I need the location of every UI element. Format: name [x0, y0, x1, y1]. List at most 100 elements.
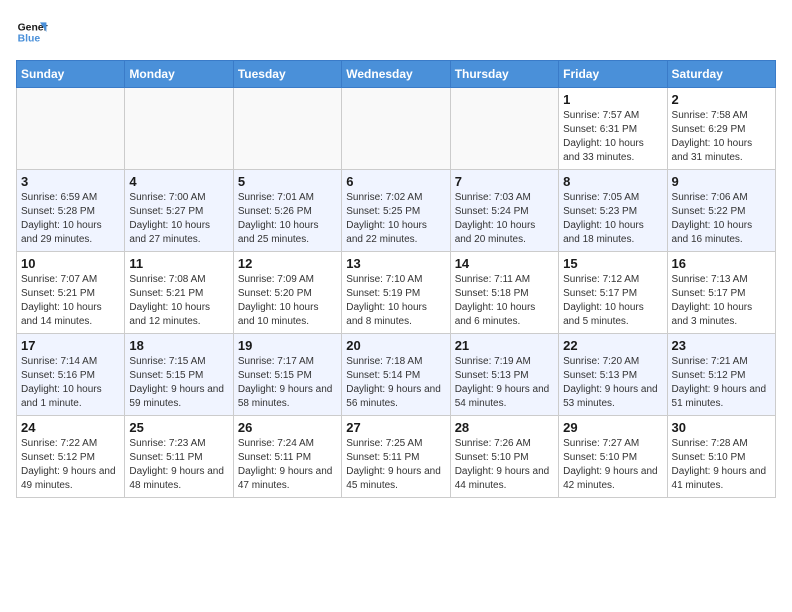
calendar-cell: 27 Sunrise: 7:25 AM Sunset: 5:11 PM Dayli… — [342, 416, 450, 498]
calendar-cell: 6 Sunrise: 7:02 AM Sunset: 5:25 PM Daylig… — [342, 170, 450, 252]
calendar-table: SundayMondayTuesdayWednesdayThursdayFrid… — [16, 60, 776, 498]
calendar-cell — [450, 88, 558, 170]
calendar-cell: 20 Sunrise: 7:18 AM Sunset: 5:14 PM Dayli… — [342, 334, 450, 416]
calendar-cell: 19 Sunrise: 7:17 AM Sunset: 5:15 PM Dayli… — [233, 334, 341, 416]
weekday-header-row: SundayMondayTuesdayWednesdayThursdayFrid… — [17, 61, 776, 88]
day-number: 22 — [563, 338, 662, 353]
calendar-cell: 21Sunrise: 7:19 AM Sunset: 5:13 PM Dayli… — [450, 334, 558, 416]
day-info: Sunrise: 7:27 AM Sunset: 5:10 PM Dayligh… — [563, 437, 662, 493]
day-info: Sunrise: 7:20 AM Sunset: 5:13 PM Dayligh… — [563, 355, 662, 411]
day-number: 23 — [672, 338, 771, 353]
day-info: Sunrise: 7:18 AM Sunset: 5:14 PM Dayligh… — [346, 355, 445, 411]
day-number: 1 — [563, 92, 662, 107]
weekday-header: Monday — [125, 61, 233, 88]
logo: General Blue — [16, 16, 48, 48]
calendar-cell: 22 Sunrise: 7:20 AM Sunset: 5:13 PM Dayli… — [559, 334, 667, 416]
weekday-header: Saturday — [667, 61, 775, 88]
day-info: Sunrise: 7:13 AM Sunset: 5:17 PM Dayligh… — [672, 273, 771, 329]
calendar-cell: 30 Sunrise: 7:28 AM Sunset: 5:10 PM Dayli… — [667, 416, 775, 498]
calendar-cell: 26Sunrise: 7:24 AM Sunset: 5:11 PM Dayli… — [233, 416, 341, 498]
day-info: Sunrise: 7:00 AM Sunset: 5:27 PM Dayligh… — [129, 191, 228, 247]
day-number: 6 — [346, 174, 445, 189]
calendar-cell: 7Sunrise: 7:03 AM Sunset: 5:24 PM Daylig… — [450, 170, 558, 252]
day-number: 16 — [672, 256, 771, 271]
day-info: Sunrise: 7:58 AM Sunset: 6:29 PM Dayligh… — [672, 109, 771, 165]
day-info: Sunrise: 7:02 AM Sunset: 5:25 PM Dayligh… — [346, 191, 445, 247]
calendar-cell: 29 Sunrise: 7:27 AM Sunset: 5:10 PM Dayli… — [559, 416, 667, 498]
calendar-cell: 23Sunrise: 7:21 AM Sunset: 5:12 PM Dayli… — [667, 334, 775, 416]
calendar-cell: 14 Sunrise: 7:11 AM Sunset: 5:18 PM Dayli… — [450, 252, 558, 334]
day-number: 21 — [455, 338, 554, 353]
calendar-cell: 8Sunrise: 7:05 AM Sunset: 5:23 PM Daylig… — [559, 170, 667, 252]
calendar-cell: 18 Sunrise: 7:15 AM Sunset: 5:15 PM Dayli… — [125, 334, 233, 416]
day-number: 12 — [238, 256, 337, 271]
day-info: Sunrise: 7:10 AM Sunset: 5:19 PM Dayligh… — [346, 273, 445, 329]
calendar-cell: 15 Sunrise: 7:12 AM Sunset: 5:17 PM Dayli… — [559, 252, 667, 334]
day-number: 13 — [346, 256, 445, 271]
day-number: 15 — [563, 256, 662, 271]
logo-icon: General Blue — [16, 16, 48, 48]
day-number: 19 — [238, 338, 337, 353]
calendar-week-row: 3 Sunrise: 6:59 AM Sunset: 5:28 PM Daylig… — [17, 170, 776, 252]
day-info: Sunrise: 7:24 AM Sunset: 5:11 PM Dayligh… — [238, 437, 337, 493]
day-number: 28 — [455, 420, 554, 435]
day-info: Sunrise: 7:09 AM Sunset: 5:20 PM Dayligh… — [238, 273, 337, 329]
day-info: Sunrise: 7:17 AM Sunset: 5:15 PM Dayligh… — [238, 355, 337, 411]
day-info: Sunrise: 7:23 AM Sunset: 5:11 PM Dayligh… — [129, 437, 228, 493]
weekday-header: Tuesday — [233, 61, 341, 88]
day-number: 25 — [129, 420, 228, 435]
day-info: Sunrise: 7:14 AM Sunset: 5:16 PM Dayligh… — [21, 355, 120, 411]
calendar-week-row: 10 Sunrise: 7:07 AM Sunset: 5:21 PM Dayli… — [17, 252, 776, 334]
day-number: 10 — [21, 256, 120, 271]
weekday-header: Wednesday — [342, 61, 450, 88]
day-number: 18 — [129, 338, 228, 353]
calendar-cell — [125, 88, 233, 170]
calendar-cell: 9 Sunrise: 7:06 AM Sunset: 5:22 PM Daylig… — [667, 170, 775, 252]
weekday-header: Sunday — [17, 61, 125, 88]
calendar-cell: 24 Sunrise: 7:22 AM Sunset: 5:12 PM Dayli… — [17, 416, 125, 498]
day-number: 4 — [129, 174, 228, 189]
calendar-cell: 17 Sunrise: 7:14 AM Sunset: 5:16 PM Dayli… — [17, 334, 125, 416]
day-info: Sunrise: 7:11 AM Sunset: 5:18 PM Dayligh… — [455, 273, 554, 329]
calendar-cell — [233, 88, 341, 170]
day-number: 7 — [455, 174, 554, 189]
day-number: 24 — [21, 420, 120, 435]
day-number: 2 — [672, 92, 771, 107]
calendar-week-row: 1Sunrise: 7:57 AM Sunset: 6:31 PM Daylig… — [17, 88, 776, 170]
day-info: Sunrise: 7:26 AM Sunset: 5:10 PM Dayligh… — [455, 437, 554, 493]
day-info: Sunrise: 7:15 AM Sunset: 5:15 PM Dayligh… — [129, 355, 228, 411]
day-info: Sunrise: 7:05 AM Sunset: 5:23 PM Dayligh… — [563, 191, 662, 247]
day-info: Sunrise: 7:22 AM Sunset: 5:12 PM Dayligh… — [21, 437, 120, 493]
calendar-cell: 12 Sunrise: 7:09 AM Sunset: 5:20 PM Dayli… — [233, 252, 341, 334]
svg-text:Blue: Blue — [18, 34, 41, 45]
calendar-cell: 25 Sunrise: 7:23 AM Sunset: 5:11 PM Dayli… — [125, 416, 233, 498]
day-number: 9 — [672, 174, 771, 189]
day-info: Sunrise: 7:08 AM Sunset: 5:21 PM Dayligh… — [129, 273, 228, 329]
calendar-cell — [342, 88, 450, 170]
day-info: Sunrise: 7:28 AM Sunset: 5:10 PM Dayligh… — [672, 437, 771, 493]
day-number: 5 — [238, 174, 337, 189]
day-number: 29 — [563, 420, 662, 435]
calendar-cell — [17, 88, 125, 170]
day-info: Sunrise: 7:06 AM Sunset: 5:22 PM Dayligh… — [672, 191, 771, 247]
calendar-cell: 4 Sunrise: 7:00 AM Sunset: 5:27 PM Daylig… — [125, 170, 233, 252]
day-number: 30 — [672, 420, 771, 435]
calendar-week-row: 24 Sunrise: 7:22 AM Sunset: 5:12 PM Dayli… — [17, 416, 776, 498]
day-number: 27 — [346, 420, 445, 435]
weekday-header: Friday — [559, 61, 667, 88]
day-info: Sunrise: 7:25 AM Sunset: 5:11 PM Dayligh… — [346, 437, 445, 493]
day-number: 11 — [129, 256, 228, 271]
calendar-cell: 11 Sunrise: 7:08 AM Sunset: 5:21 PM Dayli… — [125, 252, 233, 334]
day-info: Sunrise: 7:07 AM Sunset: 5:21 PM Dayligh… — [21, 273, 120, 329]
day-number: 20 — [346, 338, 445, 353]
day-info: Sunrise: 6:59 AM Sunset: 5:28 PM Dayligh… — [21, 191, 120, 247]
day-info: Sunrise: 7:12 AM Sunset: 5:17 PM Dayligh… — [563, 273, 662, 329]
calendar-cell: 28 Sunrise: 7:26 AM Sunset: 5:10 PM Dayli… — [450, 416, 558, 498]
calendar-cell: 10 Sunrise: 7:07 AM Sunset: 5:21 PM Dayli… — [17, 252, 125, 334]
day-number: 14 — [455, 256, 554, 271]
calendar-cell: 5Sunrise: 7:01 AM Sunset: 5:26 PM Daylig… — [233, 170, 341, 252]
weekday-header: Thursday — [450, 61, 558, 88]
calendar-cell: 1Sunrise: 7:57 AM Sunset: 6:31 PM Daylig… — [559, 88, 667, 170]
day-number: 3 — [21, 174, 120, 189]
day-number: 17 — [21, 338, 120, 353]
